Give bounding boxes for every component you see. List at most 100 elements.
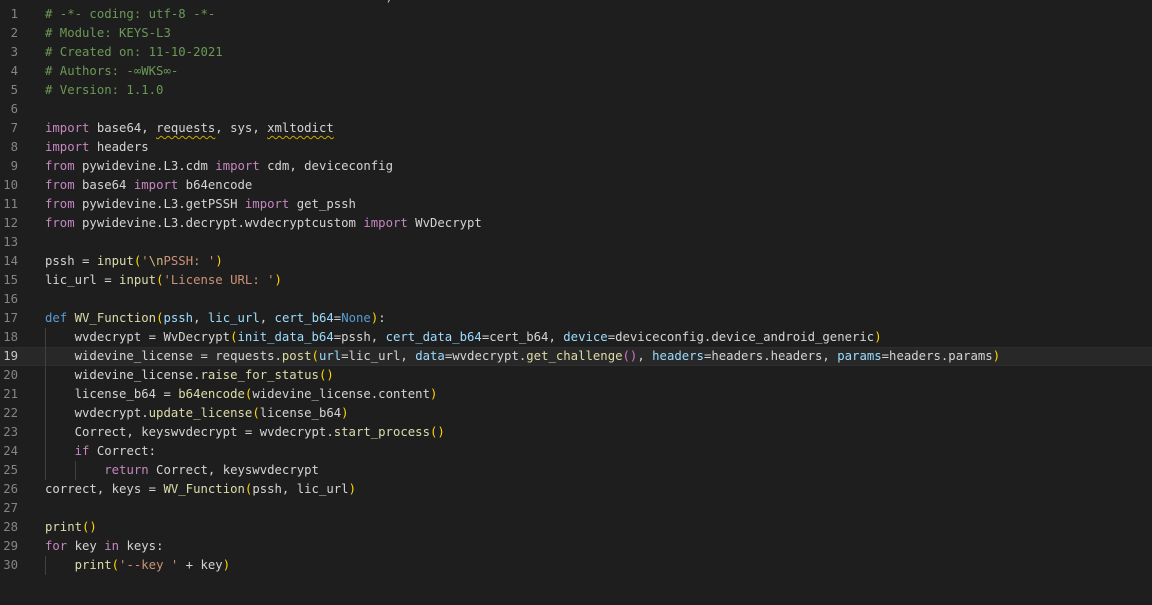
code-line[interactable]: 28 print() — [0, 518, 1152, 537]
code-token: lic_url — [207, 311, 260, 325]
code-text[interactable]: from pywidevine.L3.getPSSH import get_ps… — [45, 195, 356, 214]
code-line[interactable]: 23 Correct, keyswvdecrypt = wvdecrypt.sta… — [0, 423, 1152, 442]
indent-guide — [45, 442, 46, 461]
code-token: PSSH: ' — [163, 254, 216, 268]
code-token: url — [318, 349, 342, 363]
code-text[interactable]: print() — [45, 518, 97, 537]
code-text[interactable]: correct, keys = WV_Function(pssh, lic_ur… — [45, 480, 356, 499]
code-token: =headers.params — [881, 349, 993, 363]
code-token: for — [45, 539, 68, 553]
line-number: 29 — [3, 539, 18, 553]
code-text[interactable]: if Correct: — [75, 442, 156, 461]
code-line[interactable]: 19 widevine_license = requests.post(url=l… — [0, 347, 1152, 366]
code-line[interactable]: 5 # Version: 1.1.0 — [0, 81, 1152, 100]
code-text[interactable]: import headers — [45, 138, 149, 157]
code-line[interactable]: 30 print('--key ' + key) — [0, 556, 1152, 575]
code-text[interactable]: wvdecrypt = WvDecrypt(init_data_b64=pssh… — [75, 328, 882, 347]
code-token: ( — [252, 406, 260, 420]
code-text[interactable]: pssh = input('\nPSSH: ') — [45, 252, 223, 271]
code-line[interactable]: 16 — [0, 290, 1152, 309]
indent-guide — [45, 404, 46, 423]
code-token: ( — [311, 349, 319, 363]
code-token: WV_Function — [163, 482, 245, 496]
line-number: 3 — [10, 45, 18, 59]
code-token: pssh — [45, 254, 75, 268]
code-token: b64encode — [178, 178, 253, 192]
code-text[interactable]: license_b64 = b64encode(widevine_license… — [75, 385, 438, 404]
code-text[interactable]: return Correct, keyswvdecrypt — [104, 461, 319, 480]
line-number: 25 — [3, 463, 18, 477]
code-line[interactable]: 9 from pywidevine.L3.cdm import cdm, devi… — [0, 157, 1152, 176]
code-line[interactable]: 18 wvdecrypt = WvDecrypt(init_data_b64=ps… — [0, 328, 1152, 347]
code-line[interactable]: 27 — [0, 499, 1152, 518]
code-text[interactable]: lic_url = input('License URL: ') — [45, 271, 282, 290]
code-line[interactable]: 25 return Correct, keyswvdecrypt — [0, 461, 1152, 480]
code-line[interactable]: 24 if Correct: — [0, 442, 1152, 461]
code-line[interactable]: 21 license_b64 = b64encode(widevine_licen… — [0, 385, 1152, 404]
code-text[interactable]: # Authors: -∞WKS∞- — [45, 62, 178, 81]
code-line[interactable]: 22 wvdecrypt.update_license(license_b64) — [0, 404, 1152, 423]
code-line[interactable]: 6 — [0, 100, 1152, 119]
code-token: input — [119, 273, 157, 287]
code-text[interactable]: from base64 import b64encode — [45, 176, 252, 195]
code-token: : — [378, 311, 386, 325]
line-number: 5 — [10, 83, 18, 97]
code-line[interactable]: 12 from pywidevine.L3.decrypt.wvdecryptcu… — [0, 214, 1152, 233]
code-text[interactable]: widevine_license.raise_for_status() — [75, 366, 334, 385]
code-token: ' — [141, 254, 149, 268]
code-text[interactable]: # -*- coding: utf-8 -*- — [45, 5, 215, 24]
code-line[interactable]: 10 from base64 import b64encode — [0, 176, 1152, 195]
code-line[interactable]: 1 # -*- coding: utf-8 -*- — [0, 5, 1152, 24]
code-text[interactable]: wvdecrypt.update_license(license_b64) — [75, 404, 349, 423]
code-token: data — [415, 349, 445, 363]
code-editor[interactable]: ) 1 # -*- coding: utf-8 -*- 2 # Module: KEY… — [0, 0, 1152, 605]
code-text[interactable]: def WV_Function(pssh, lic_url, cert_b64=… — [45, 309, 386, 328]
code-token: post — [281, 349, 312, 363]
code-line[interactable]: 20 widevine_license.raise_for_status() — [0, 366, 1152, 385]
line-number: 14 — [3, 254, 18, 268]
code-line[interactable]: 11 from pywidevine.L3.getPSSH import get_… — [0, 195, 1152, 214]
code-token: \n — [148, 254, 164, 268]
code-token: Correct, keyswvdecrypt — [148, 463, 319, 477]
code-token: requests — [156, 121, 216, 135]
code-token: = — [74, 254, 97, 268]
code-token: Correct, keyswvdecrypt = wvdecrypt. — [74, 425, 334, 439]
code-token: pywidevine.L3.cdm — [74, 159, 216, 173]
code-token: update_license — [148, 406, 253, 420]
code-text[interactable]: from pywidevine.L3.cdm import cdm, devic… — [45, 157, 393, 176]
code-token: pssh — [163, 311, 194, 325]
code-token: wvdecrypt. — [74, 406, 149, 420]
code-line[interactable]: 15 lic_url = input('License URL: ') — [0, 271, 1152, 290]
code-line[interactable]: 2 # Module: KEYS-L3 — [0, 24, 1152, 43]
code-line[interactable]: 8 import headers — [0, 138, 1152, 157]
code-text[interactable]: # Created on: 11-10-2021 — [45, 43, 223, 62]
code-text[interactable]: Correct, keyswvdecrypt = wvdecrypt.start… — [75, 423, 445, 442]
code-token: print — [45, 520, 83, 534]
code-text[interactable]: # Module: KEYS-L3 — [45, 24, 171, 43]
code-token: widevine_license = requests. — [74, 349, 282, 363]
code-token: None — [341, 311, 371, 325]
code-text[interactable]: widevine_license = requests.post(url=lic… — [75, 347, 1001, 366]
code-line[interactable]: 26 correct, keys = WV_Function(pssh, lic_… — [0, 480, 1152, 499]
code-line[interactable]: 13 — [0, 233, 1152, 252]
indent-guide — [45, 423, 46, 442]
code-line[interactable]: 7 import base64, requests, sys, xmltodict — [0, 119, 1152, 138]
code-text[interactable]: from pywidevine.L3.decrypt.wvdecryptcust… — [45, 214, 482, 233]
code-line[interactable]: 3 # Created on: 11-10-2021 — [0, 43, 1152, 62]
code-line[interactable]: 17 def WV_Function(pssh, lic_url, cert_b6… — [0, 309, 1152, 328]
code-line[interactable]: 29 for key in keys: — [0, 537, 1152, 556]
code-line[interactable]: 14 pssh = input('\nPSSH: ') — [0, 252, 1152, 271]
code-token: import — [45, 121, 90, 135]
code-token: correct, keys = — [45, 482, 164, 496]
code-text[interactable]: # Version: 1.1.0 — [45, 81, 163, 100]
code-token: # Version: 1.1.0 — [45, 83, 164, 97]
code-token: headers — [89, 140, 149, 154]
code-token: ( — [230, 330, 238, 344]
code-text[interactable]: print('--key ' + key) — [75, 556, 231, 575]
code-token: Correct: — [89, 444, 157, 458]
code-text[interactable]: import base64, requests, sys, xmltodict — [45, 119, 334, 138]
code-token: , sys, — [215, 121, 268, 135]
code-line[interactable]: 4 # Authors: -∞WKS∞- — [0, 62, 1152, 81]
code-text[interactable]: for key in keys: — [45, 537, 163, 556]
code-token: import — [244, 197, 290, 211]
